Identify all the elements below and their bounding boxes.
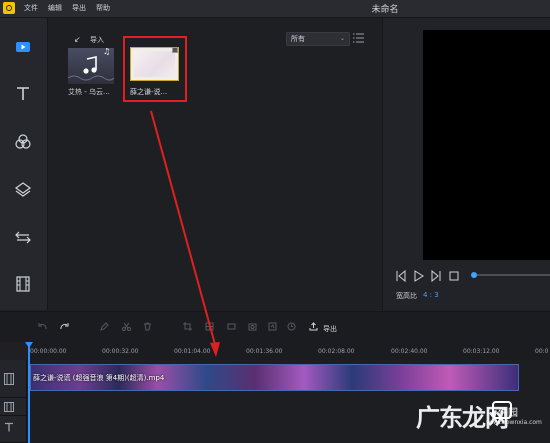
watermark-url: www.downxia.com [486, 419, 542, 426]
annotation-arrow [150, 110, 220, 357]
watermark-sub: 件园 [498, 408, 518, 419]
